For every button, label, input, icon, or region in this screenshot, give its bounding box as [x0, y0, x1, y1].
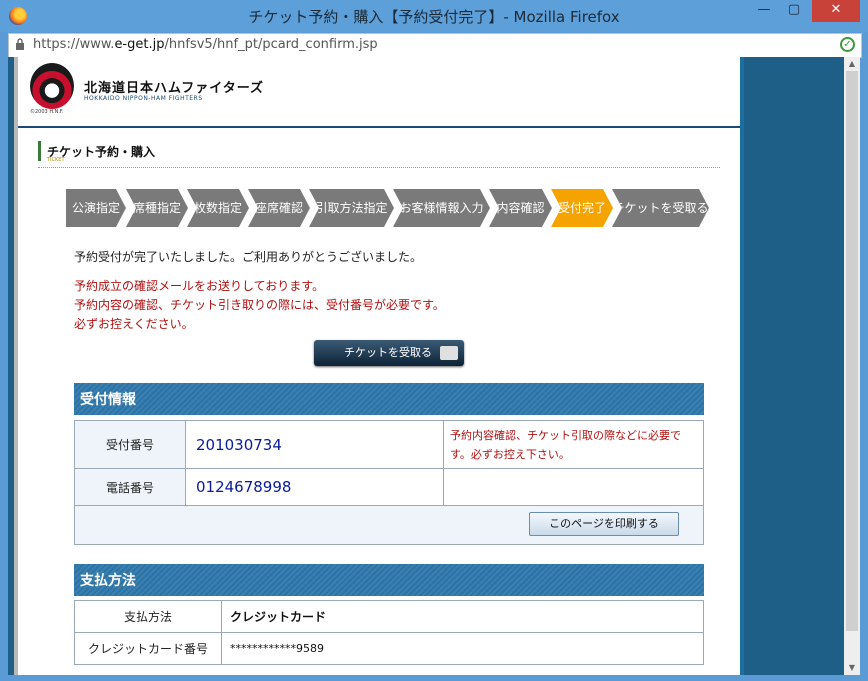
page-content: ©2003 H.N.F. 北海道日本ハムファイターズ HOKKAIDO NIPP…: [18, 57, 740, 675]
header-divider: [18, 126, 740, 128]
maximize-button[interactable]: ▢: [780, 0, 808, 22]
minimize-button[interactable]: —: [750, 0, 778, 22]
verified-check-icon[interactable]: ✓: [840, 37, 855, 52]
url-domain: e-get.jp: [114, 37, 165, 52]
print-row: このページを印刷する: [74, 505, 704, 545]
reception-heading: 受付情報: [80, 392, 136, 408]
url-path: /hnfsv5/hnf_pt/pcard_confirm.jsp: [164, 37, 378, 52]
print-page-button[interactable]: このページを印刷する: [529, 512, 679, 536]
payment-table: 支払方法 クレジットカード クレジットカード番号 ************958…: [74, 600, 704, 665]
table-row: このページを印刷する: [74, 505, 704, 545]
table-row: 支払方法 クレジットカード: [74, 600, 704, 633]
step-5: 引取方法指定: [309, 189, 394, 227]
step-4: 座席確認: [248, 189, 310, 227]
printer-icon: [440, 346, 458, 360]
reception-table: 受付番号 201030734 予約内容確認、チケット引取の際などに必要です。必ず…: [74, 420, 704, 545]
payment-heading: 支払方法: [80, 573, 136, 589]
lock-icon: [16, 38, 24, 50]
url-text: https://www.e-get.jp/hnfsv5/hnf_pt/pcard…: [33, 37, 378, 52]
notice-line-1: 予約成立の確認メールをお送りしております。: [74, 279, 325, 293]
empty-cell: [443, 468, 704, 506]
logo-caption: ©2003 H.N.F.: [30, 109, 64, 115]
reception-number: 201030734: [185, 420, 444, 469]
table-row: クレジットカード番号 ************9589: [74, 632, 704, 665]
notice-line-3: 必ずお控えください。: [74, 317, 194, 331]
close-button[interactable]: ✕: [812, 0, 860, 22]
step-1: 公演指定: [66, 189, 126, 227]
card-number: ************9589: [221, 632, 704, 665]
table-row: 電話番号 0124678998: [74, 468, 704, 506]
section-marker: [38, 141, 41, 161]
right-background: [744, 57, 844, 675]
step-2: 席種指定: [126, 189, 188, 227]
step-7: 内容確認: [489, 189, 552, 227]
step-9: チケットを受取る: [612, 189, 709, 227]
brand-subtitle: HOKKAIDO NIPPON-HAM FIGHTERS: [84, 95, 203, 102]
payment-method: クレジットカード: [221, 600, 704, 633]
scrollbar-thumb[interactable]: [846, 71, 858, 631]
fighters-logo: [30, 63, 74, 109]
phone-number: 0124678998: [185, 468, 444, 506]
reception-heading-bar: 受付情報: [74, 383, 704, 415]
title-bar: チケット予約・購入【予約受付完了】- Mozilla Firefox — ▢ ✕: [0, 0, 868, 32]
section-header: チケット予約・購入 TICKET: [38, 141, 720, 168]
reception-number-label: 受付番号: [74, 420, 186, 469]
receive-ticket-label: チケットを受取る: [344, 346, 432, 359]
payment-method-label: 支払方法: [74, 600, 222, 633]
complete-message: 予約受付が完了いたしました。ご利用ありがとうございました。: [74, 250, 423, 264]
scroll-down-icon[interactable]: ▼: [844, 661, 860, 675]
scroll-up-icon[interactable]: ▲: [844, 57, 860, 71]
page-viewport: ©2003 H.N.F. 北海道日本ハムファイターズ HOKKAIDO NIPP…: [8, 57, 860, 675]
step-6: お客様情報入力: [393, 189, 490, 227]
scrollbar[interactable]: ▲ ▼: [844, 57, 860, 675]
browser-window: チケット予約・購入【予約受付完了】- Mozilla Firefox — ▢ ✕…: [0, 0, 868, 681]
url-bar[interactable]: https://www.e-get.jp/hnfsv5/hnf_pt/pcard…: [8, 33, 862, 58]
url-prefix: https://www.: [33, 37, 115, 52]
reception-note: 予約内容確認、チケット引取の際などに必要です。必ずお控え下さい。: [443, 420, 704, 469]
section-subtitle: TICKET: [47, 157, 65, 163]
step-8-current: 受付完了: [551, 189, 613, 227]
left-border: [8, 57, 14, 675]
table-row: 受付番号 201030734 予約内容確認、チケット引取の際などに必要です。必ず…: [74, 420, 704, 469]
step-3: 枚数指定: [187, 189, 249, 227]
notice-line-2: 予約内容の確認、チケット引き取りの際には、受付番号が必要です。: [74, 298, 445, 312]
card-number-label: クレジットカード番号: [74, 632, 222, 665]
payment-heading-bar: 支払方法: [74, 564, 704, 596]
phone-label: 電話番号: [74, 468, 186, 506]
window-title: チケット予約・購入【予約受付完了】- Mozilla Firefox: [248, 8, 620, 26]
receive-ticket-button[interactable]: チケットを受取る: [314, 340, 464, 366]
brand-name: 北海道日本ハムファイターズ: [84, 81, 265, 96]
